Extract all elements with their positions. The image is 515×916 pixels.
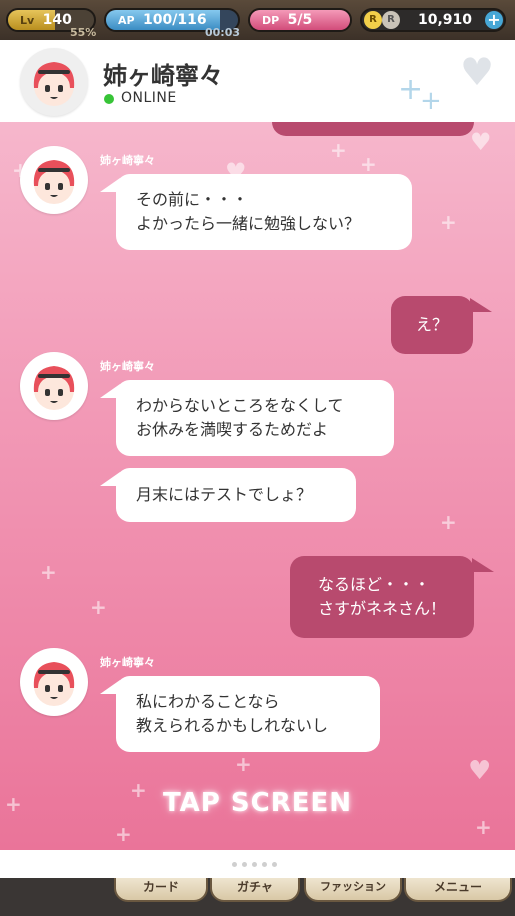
page-dot bbox=[242, 862, 247, 867]
sender-avatar bbox=[20, 648, 88, 716]
avatar-portrait-icon bbox=[33, 366, 75, 410]
dp-gauge: DP 5/5 bbox=[248, 8, 352, 32]
sender-name: 姉ヶ崎寧々 bbox=[100, 656, 155, 669]
status-bar: Lv 140 55% AP 100/116 00:03 DP 5/5 R R 1… bbox=[0, 0, 515, 40]
sparkle-icon: + bbox=[40, 560, 57, 584]
chat-screen[interactable]: + + + ♥ + ♥ + + + + + ♥ + + + 姉ヶ崎寧々 ONLI… bbox=[0, 40, 515, 850]
sender-name: 姉ヶ崎寧々 bbox=[100, 154, 155, 167]
avatar-portrait-icon bbox=[33, 160, 75, 204]
sparkle-icon: + bbox=[360, 152, 377, 176]
message-bubble: 月末にはテストでしょ？ bbox=[116, 468, 356, 522]
level-value: 140 bbox=[42, 12, 72, 28]
currency-value: 10,910 bbox=[417, 12, 472, 28]
dp-label: DP bbox=[262, 14, 280, 27]
currency-counter: R R 10,910 + bbox=[360, 8, 506, 32]
heart-pattern-icon: ♥ bbox=[470, 128, 492, 156]
ap-value: 100/116 bbox=[143, 12, 207, 28]
sender-avatar bbox=[20, 146, 88, 214]
level-percent: 55% bbox=[70, 26, 97, 39]
contact-name: 姉ヶ崎寧々 bbox=[103, 62, 223, 90]
page-dot bbox=[232, 862, 237, 867]
nav-gacha-button[interactable]: ガチャ bbox=[210, 878, 300, 902]
sender-avatar bbox=[20, 352, 88, 420]
sparkle-icon: + bbox=[440, 510, 457, 534]
bubble-tail bbox=[472, 558, 494, 572]
nav-menu-button[interactable]: メニュー bbox=[404, 878, 512, 902]
ap-label: AP bbox=[118, 14, 135, 27]
avatar-portrait-icon bbox=[33, 62, 75, 106]
message-bubble: え？ bbox=[391, 296, 473, 354]
page-dot bbox=[252, 862, 257, 867]
nav-fashion-button[interactable]: ファッション bbox=[304, 878, 402, 902]
sparkle-icon: + bbox=[475, 815, 492, 839]
message-bubble: わからないところをなくして お休みを満喫するためだよ bbox=[116, 380, 394, 456]
page-indicator bbox=[0, 850, 515, 878]
currency-coin-secondary-icon: R bbox=[382, 11, 400, 29]
chat-header: 姉ヶ崎寧々 ONLINE + + ♥ bbox=[0, 40, 515, 122]
avatar-portrait-icon bbox=[33, 662, 75, 706]
page-dot bbox=[272, 862, 277, 867]
page-dot bbox=[262, 862, 267, 867]
sparkle-icon: + bbox=[420, 86, 442, 116]
message-bubble: なるほど・・・ さすがネネさん！ bbox=[290, 556, 474, 638]
contact-status: ONLINE bbox=[121, 90, 177, 106]
sparkle-icon: + bbox=[115, 822, 132, 846]
message-bubble: 私にわかることなら 教えられるかもしれないし bbox=[116, 676, 380, 752]
sender-name: 姉ヶ崎寧々 bbox=[100, 360, 155, 373]
ap-recovery-timer: 00:03 bbox=[205, 26, 241, 39]
sparkle-icon: + bbox=[440, 210, 457, 234]
tap-screen-prompt[interactable]: TAP SCREEN bbox=[0, 788, 515, 818]
online-indicator-icon bbox=[104, 94, 114, 104]
currency-coin-icon: R bbox=[364, 11, 382, 29]
nav-card-button[interactable]: カード bbox=[114, 878, 208, 902]
add-currency-button[interactable]: + bbox=[485, 11, 503, 29]
bottom-navigation: カード ガチャ ファッション メニュー bbox=[0, 878, 515, 916]
level-label: Lv bbox=[20, 14, 35, 27]
dp-value: 5/5 bbox=[287, 12, 313, 28]
heart-pattern-icon: ♥ bbox=[468, 756, 492, 786]
contact-avatar[interactable] bbox=[20, 48, 88, 116]
sparkle-icon: + bbox=[90, 595, 107, 619]
sparkle-icon: + bbox=[330, 138, 347, 162]
bubble-tail bbox=[470, 298, 492, 312]
sparkle-icon: + bbox=[235, 752, 252, 776]
message-bubble: その前に・・・ よかったら一緒に勉強しない？ bbox=[116, 174, 412, 250]
heart-pattern-icon: ♥ bbox=[460, 50, 495, 94]
